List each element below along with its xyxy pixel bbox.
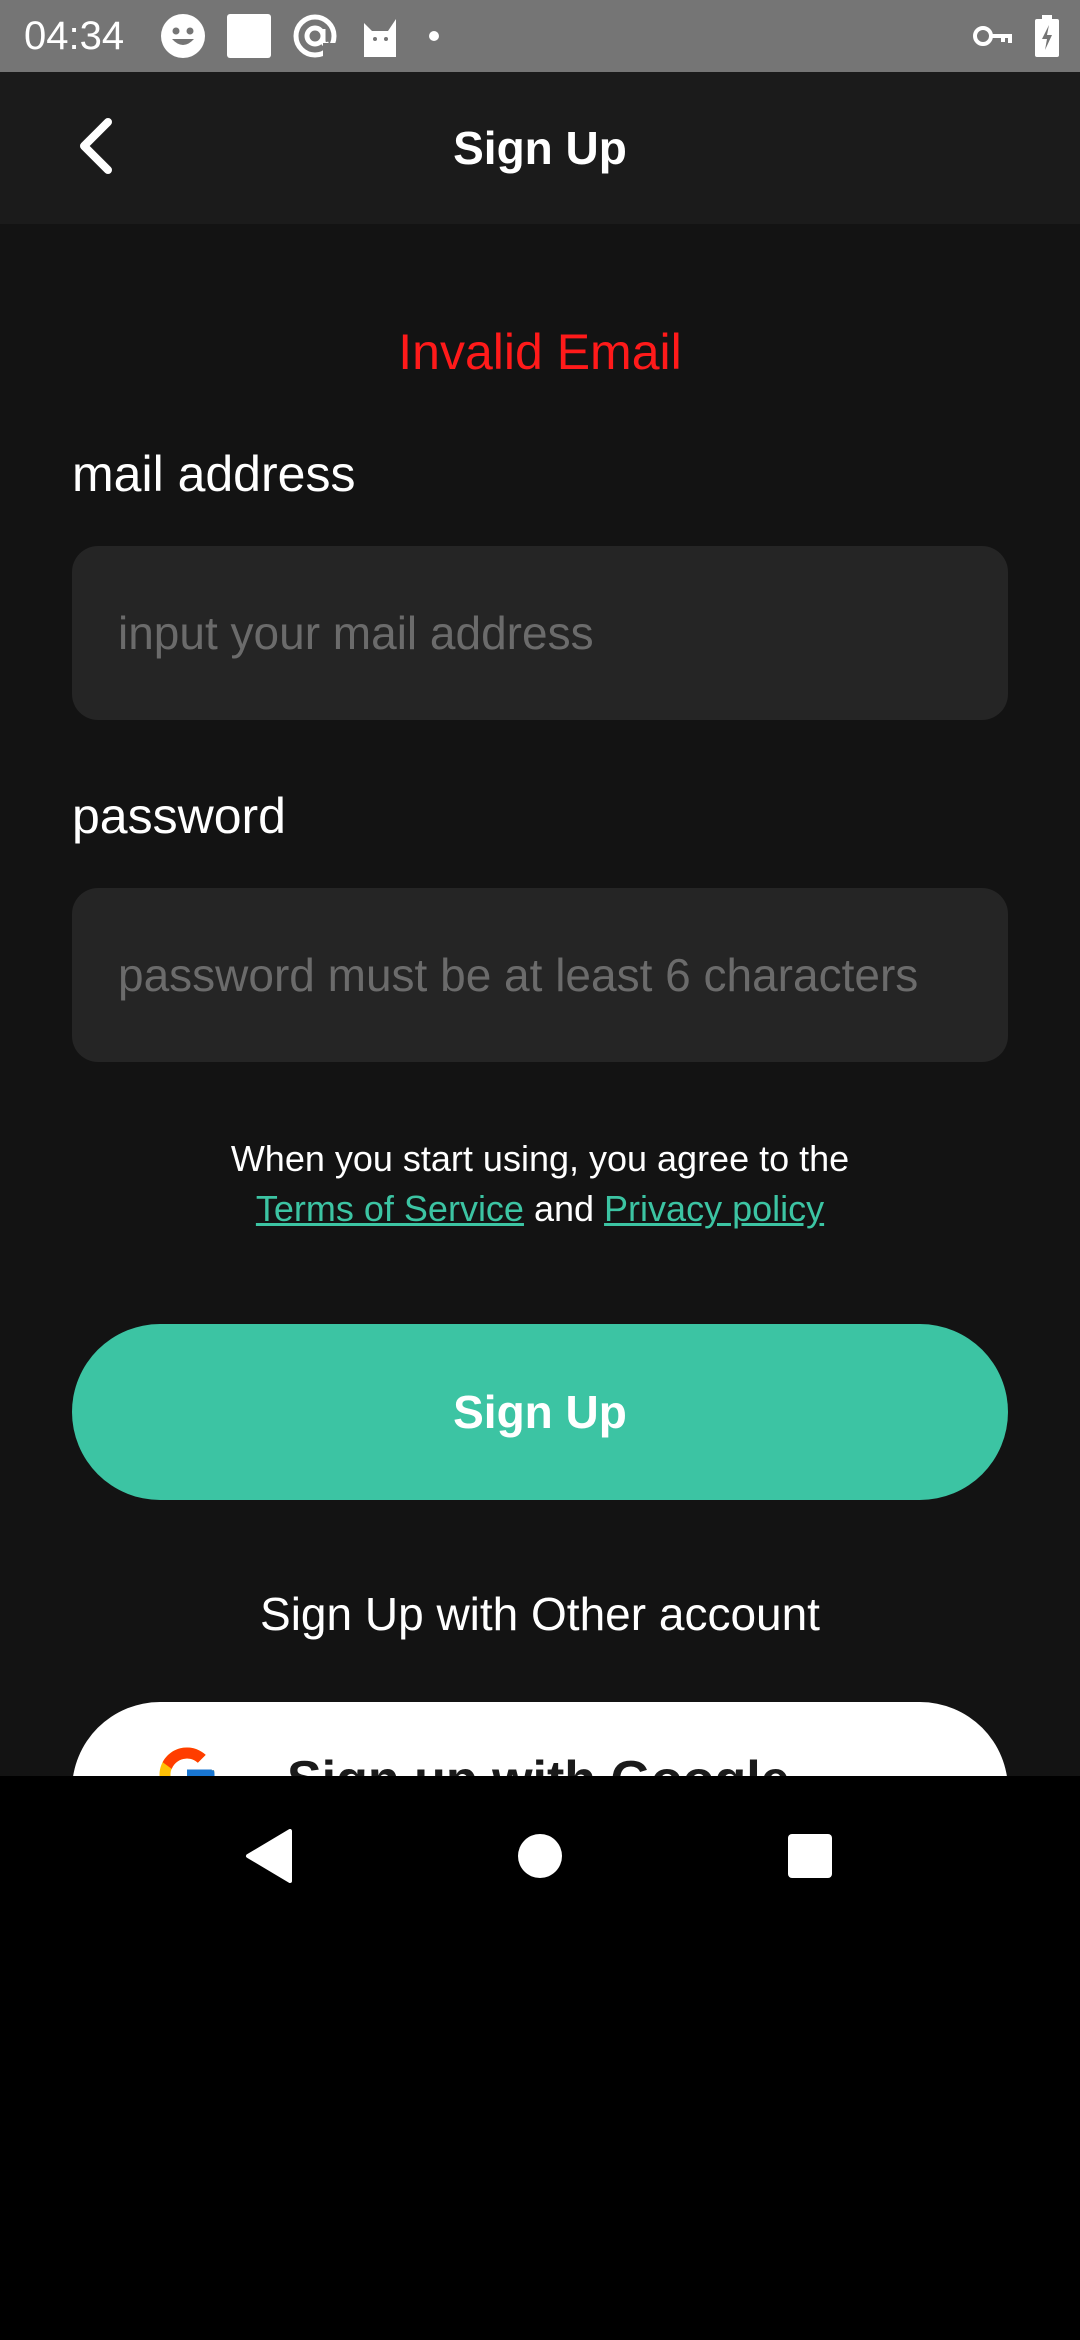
terms-line-1: When you start using, you agree to the — [230, 1138, 850, 1179]
chevron-left-icon — [74, 117, 118, 179]
status-icons-right — [950, 12, 1060, 60]
terms-of-service-link[interactable]: Terms of Service — [256, 1188, 524, 1229]
dot-icon — [424, 13, 444, 59]
status-time: 04:34 — [24, 14, 125, 58]
email-field[interactable] — [72, 546, 1008, 720]
at-icon — [292, 13, 338, 59]
back-button[interactable] — [56, 108, 136, 188]
google-logo-icon — [154, 1742, 220, 1776]
privacy-policy-link[interactable]: Privacy policy — [604, 1188, 824, 1229]
battery-icon — [1034, 15, 1060, 57]
square-icon — [226, 13, 272, 59]
status-bar: 04:34 — [0, 0, 1080, 72]
status-icons-left — [160, 12, 464, 60]
navigation-bar — [0, 1776, 1080, 2340]
nav-recents-button[interactable] — [770, 1818, 850, 1898]
nav-back-button[interactable] — [228, 1818, 308, 1898]
other-account-label: Sign Up with Other account — [260, 1588, 820, 1640]
recents-square-icon — [787, 1833, 833, 1884]
smiley-icon — [160, 13, 206, 59]
back-triangle-icon — [244, 1828, 292, 1888]
terms-line-2: Terms of Service and Privacy policy — [0, 1184, 1080, 1234]
sign-up-button[interactable]: Sign Up — [72, 1324, 1008, 1500]
page-title: Sign Up — [453, 122, 627, 174]
cat-icon — [358, 13, 404, 59]
google-sign-up-button[interactable]: Sign up with Google — [72, 1702, 1008, 1776]
google-sign-up-label: Sign up with Google — [287, 1750, 790, 1776]
nav-home-button[interactable] — [500, 1818, 580, 1898]
password-label: password — [72, 788, 286, 844]
error-message: Invalid Email — [398, 324, 682, 380]
terms-notice: When you start using, you agree to the T… — [0, 1134, 1080, 1234]
terms-and-text: and — [523, 1188, 605, 1229]
home-circle-icon — [517, 1833, 563, 1884]
key-icon — [972, 16, 1012, 56]
password-field[interactable] — [72, 888, 1008, 1062]
signup-form: Invalid Email mail address password When… — [0, 224, 1080, 1776]
app-bar: Sign Up — [0, 72, 1080, 224]
email-label: mail address — [72, 446, 356, 502]
